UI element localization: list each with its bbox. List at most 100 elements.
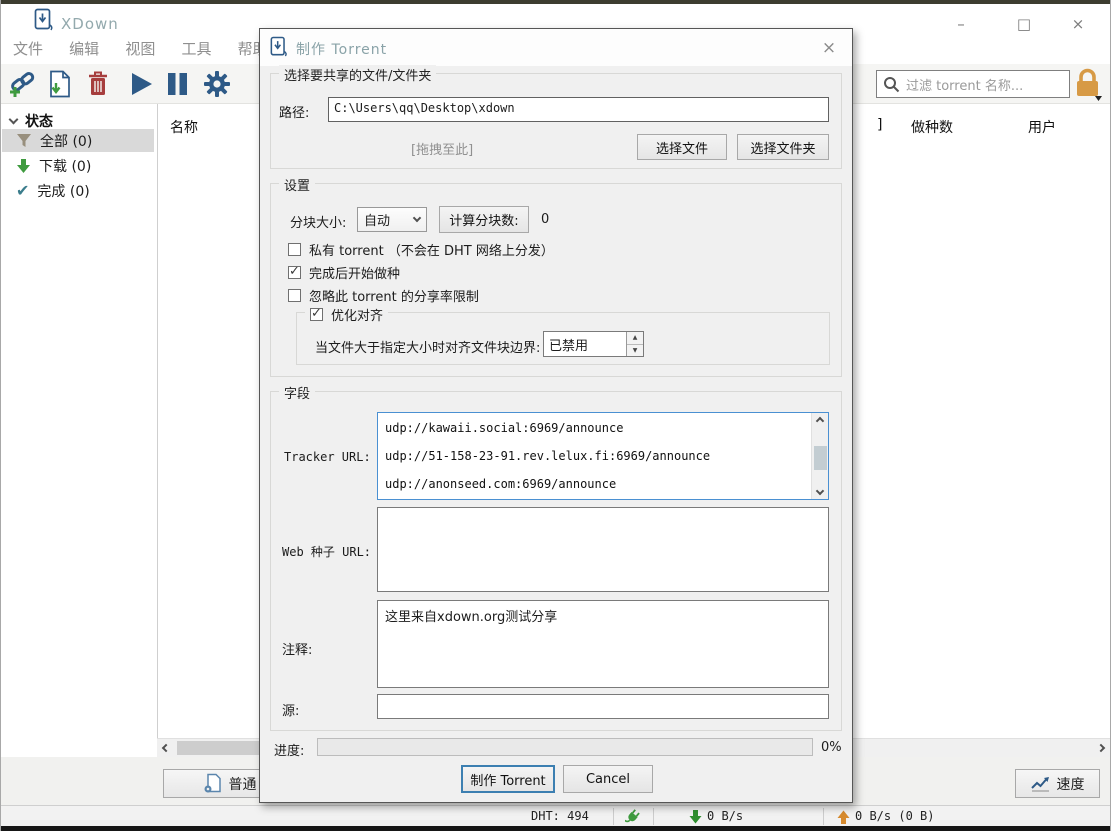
- dialog-close-icon[interactable]: ×: [818, 37, 840, 59]
- share-group: 选择要共享的文件/文件夹 路径: C:\Users\qq\Desktop\xdo…: [270, 65, 842, 169]
- download-arrow-icon: [16, 158, 31, 174]
- sidebar-item-all[interactable]: 全部 (0): [2, 129, 154, 152]
- column-header-seeds[interactable]: 做种数: [911, 117, 953, 137]
- column-header-partial[interactable]: ]: [877, 117, 882, 133]
- tracker-url-line: udp://51-158-23-91.rev.lelux.fi:6969/ann…: [385, 449, 711, 463]
- scrollbar-thumb[interactable]: [177, 741, 269, 755]
- calc-pieces-value: 0: [541, 212, 550, 227]
- settings-gear-icon[interactable]: [202, 70, 232, 98]
- align-boundary-label: 当文件大于指定大小时对齐文件块边界:: [315, 341, 541, 356]
- screen-bottom-edge: [1, 826, 1110, 831]
- dialog-title: 制作 Torrent: [296, 42, 388, 58]
- path-input[interactable]: C:\Users\qq\Desktop\xdown: [328, 97, 829, 122]
- search-placeholder: 过滤 torrent 名称...: [906, 78, 1024, 94]
- scroll-right-icon[interactable]: [1092, 739, 1110, 757]
- private-torrent-checkbox[interactable]: 私有 torrent （不会在 DHT 网络上分发）: [288, 240, 554, 259]
- webseed-url-textarea[interactable]: [377, 507, 829, 592]
- sidebar-item-completed[interactable]: ✔ 完成 (0): [2, 179, 154, 202]
- speed-chart-icon: [1030, 776, 1050, 792]
- menu-file[interactable]: 文件: [13, 38, 43, 59]
- sidebar-group-status[interactable]: 状态: [8, 111, 53, 131]
- spin-up-icon: ▲: [627, 332, 643, 345]
- private-torrent-label: 私有 torrent （不会在 DHT 网络上分发）: [309, 244, 554, 259]
- checkbox-icon[interactable]: [288, 289, 301, 302]
- speed-graph-label: 速度: [1056, 776, 1085, 793]
- path-label: 路径:: [279, 106, 310, 121]
- source-label: 源:: [282, 704, 300, 719]
- ignore-ratio-label: 忽略此 torrent 的分享率限制: [309, 290, 479, 305]
- pause-icon[interactable]: [162, 70, 192, 98]
- lock-icon[interactable]: [1073, 66, 1105, 102]
- menu-edit[interactable]: 编辑: [69, 38, 99, 59]
- comment-label: 注释:: [282, 643, 313, 658]
- status-bar: DHT: 494 0 B/s 0 B/s (0 B): [1, 805, 1110, 828]
- checkbox-icon[interactable]: [288, 264, 301, 279]
- piece-size-select[interactable]: 自动: [357, 207, 427, 232]
- app-logo-icon: [34, 8, 55, 36]
- webseed-url-label: Web 种子 URL:: [282, 545, 372, 559]
- select-file-button[interactable]: 选择文件: [637, 134, 727, 160]
- optimize-align-group: 优化对齐 当文件大于指定大小时对齐文件块边界: 已禁用 ▲▼: [296, 305, 830, 365]
- network-plug-icon: [624, 808, 643, 828]
- column-header-name[interactable]: 名称: [170, 117, 198, 137]
- scroll-up-icon[interactable]: [812, 413, 828, 429]
- spin-down-icon: ▼: [627, 344, 643, 356]
- calc-pieces-button[interactable]: 计算分块数:: [439, 206, 529, 233]
- start-seeding-label: 完成后开始做种: [309, 267, 401, 282]
- tracker-url-textarea[interactable]: udp://kawaii.social:6969/announce udp://…: [377, 412, 829, 500]
- scroll-down-icon[interactable]: [812, 483, 828, 499]
- spinner-buttons[interactable]: ▲ ▼: [626, 332, 643, 356]
- checkbox-icon[interactable]: [288, 243, 301, 256]
- add-torrent-file-icon[interactable]: [45, 70, 75, 98]
- ignore-ratio-checkbox[interactable]: 忽略此 torrent 的分享率限制: [288, 286, 479, 305]
- speed-graph-button[interactable]: 速度: [1015, 769, 1100, 798]
- search-input[interactable]: 过滤 torrent 名称...: [876, 70, 1070, 98]
- optimize-align-checkbox[interactable]: 优化对齐: [305, 305, 389, 324]
- delete-icon[interactable]: [83, 70, 113, 98]
- close-button[interactable]: ×: [1063, 12, 1093, 36]
- menu-tools[interactable]: 工具: [181, 38, 211, 59]
- cancel-button[interactable]: Cancel: [563, 765, 653, 793]
- checkbox-icon[interactable]: [310, 306, 323, 321]
- share-group-label: 选择要共享的文件/文件夹: [279, 65, 437, 84]
- progress-label: 进度:: [274, 744, 305, 759]
- dht-status: DHT: 494: [531, 809, 589, 823]
- scroll-left-icon[interactable]: [157, 739, 175, 757]
- dialog-icon: [270, 36, 289, 62]
- check-icon: ✔: [16, 180, 30, 200]
- comment-textarea[interactable]: 这里来自xdown.org测试分享: [377, 600, 829, 688]
- tracker-url-label: Tracker URL:: [284, 450, 371, 464]
- column-header-users[interactable]: 用户: [1028, 117, 1056, 137]
- chevron-down-icon: [412, 213, 422, 223]
- chevron-down-icon: [8, 114, 19, 124]
- download-speed-icon: [689, 810, 702, 827]
- search-icon: [883, 76, 900, 93]
- upload-speed-icon: [837, 810, 850, 827]
- tracker-url-line: udp://anonseed.com:6969/announce: [385, 477, 617, 491]
- add-link-icon[interactable]: [7, 70, 37, 98]
- align-boundary-value: 已禁用: [549, 339, 589, 354]
- vertical-scrollbar[interactable]: [811, 413, 828, 499]
- dialog-titlebar: 制作 Torrent ×: [260, 29, 852, 66]
- minimize-button[interactable]: –: [946, 12, 976, 36]
- sidebar-item-label: 下载 (0): [39, 158, 92, 175]
- sidebar-item-downloading[interactable]: 下载 (0): [2, 154, 154, 177]
- progress-bar: [317, 738, 813, 756]
- start-seeding-checkbox[interactable]: 完成后开始做种: [288, 263, 400, 282]
- fields-group-label: 字段: [279, 383, 316, 402]
- start-icon[interactable]: [126, 70, 156, 98]
- source-input[interactable]: [377, 694, 829, 719]
- sidebar-item-label: 完成 (0): [37, 183, 90, 200]
- document-gear-icon: [203, 773, 222, 794]
- sidebar-item-label: 全部 (0): [40, 133, 93, 150]
- maximize-button[interactable]: □: [1009, 12, 1039, 36]
- scrollbar-thumb[interactable]: [814, 446, 827, 470]
- make-torrent-button[interactable]: 制作 Torrent: [461, 765, 555, 793]
- menu-view[interactable]: 视图: [125, 38, 155, 59]
- app-title: XDown: [61, 15, 119, 33]
- align-boundary-spinner[interactable]: 已禁用 ▲ ▼: [543, 331, 644, 357]
- select-folder-button[interactable]: 选择文件夹: [737, 134, 829, 160]
- sidebar: 状态 全部 (0) 下载 (0) ✔ 完成 (0): [2, 104, 155, 757]
- piece-size-value: 自动: [364, 214, 391, 229]
- optimize-align-label: 优化对齐: [331, 309, 384, 324]
